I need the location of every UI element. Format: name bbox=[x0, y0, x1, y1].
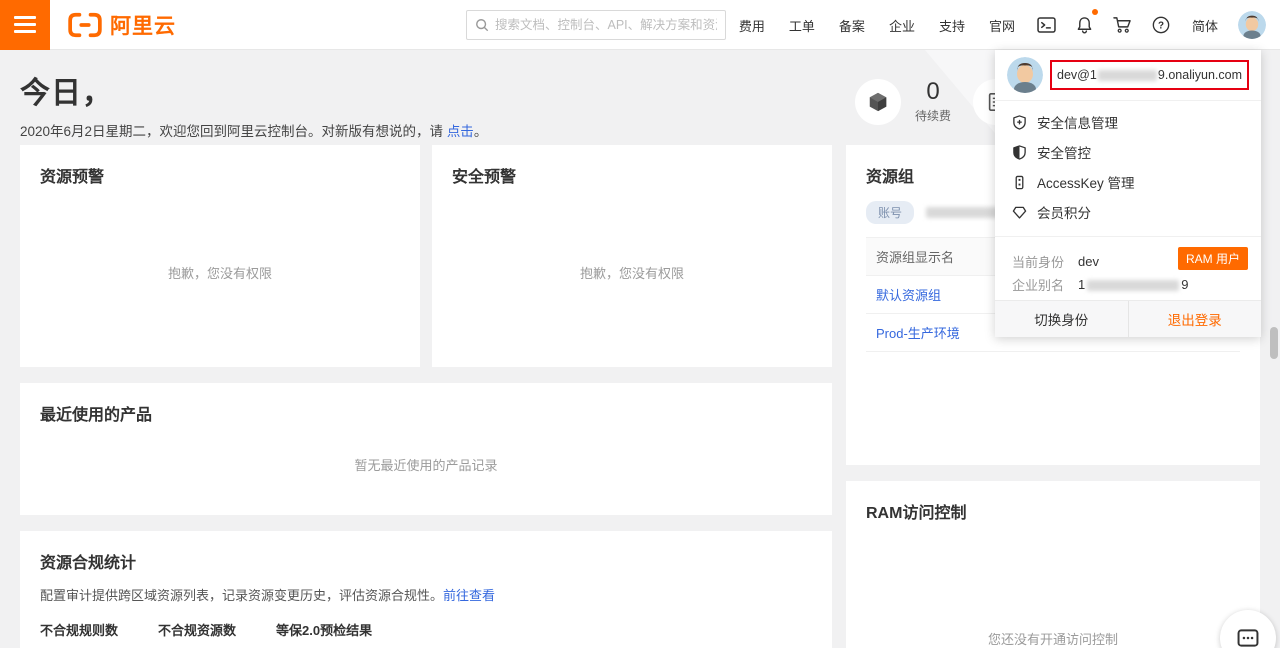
page-title: 今日， bbox=[20, 68, 487, 112]
card-title: 资源合规统计 bbox=[20, 531, 832, 573]
notification-dot bbox=[1092, 9, 1098, 15]
go-view-link[interactable]: 前往查看 bbox=[443, 588, 495, 603]
switch-identity-button[interactable]: 切换身份 bbox=[995, 301, 1129, 337]
menu-item-label: AccessKey 管理 bbox=[1037, 172, 1135, 192]
gem-tag-icon bbox=[1012, 205, 1027, 220]
aliyun-logo-icon bbox=[66, 12, 104, 38]
user-avatar[interactable] bbox=[1238, 11, 1266, 39]
avatar-icon bbox=[1238, 11, 1266, 39]
identity-section: 当前身份 dev 企业别名 19 RAM 用户 bbox=[995, 237, 1261, 296]
aliyun-console-page: 阿里云 费用 工单 备案 企业 支持 官网 bbox=[0, 0, 1280, 648]
greeting-period: 。 bbox=[474, 124, 488, 139]
ram-user-badge: RAM 用户 bbox=[1178, 247, 1248, 270]
greeting-text: 2020年6月2日星期二，欢迎您回到阿里云控制台。对新版有想说的，请 bbox=[20, 124, 447, 139]
cart-icon bbox=[1113, 16, 1132, 34]
cube-icon bbox=[867, 91, 889, 113]
chat-dots-icon bbox=[1237, 629, 1259, 647]
aliyun-logo[interactable]: 阿里云 bbox=[66, 10, 176, 40]
renew-label: 待续费 bbox=[915, 107, 951, 124]
bell-icon bbox=[1076, 16, 1093, 34]
search-icon bbox=[475, 18, 489, 32]
help-button[interactable]: ? bbox=[1142, 16, 1180, 34]
card-title: 资源预警 bbox=[20, 145, 420, 187]
user-dropdown-menu: dev@1 9.onaliyun.com 安全信息管理 安全管控 bbox=[995, 50, 1261, 337]
cart-button[interactable] bbox=[1103, 16, 1142, 34]
language-switcher[interactable]: 简体 bbox=[1180, 16, 1230, 35]
menu-item-security-control[interactable]: 安全管控 bbox=[995, 137, 1261, 167]
identity-value: dev bbox=[1078, 254, 1099, 269]
email-prefix: dev@1 bbox=[1057, 68, 1097, 82]
stat-label: 不合规规则数 bbox=[40, 620, 158, 639]
alias-value: 19 bbox=[1078, 277, 1188, 292]
alias-suffix: 9 bbox=[1181, 277, 1188, 292]
resource-group-link[interactable]: Prod-生产环境 bbox=[876, 326, 960, 341]
redacted-alias-segment bbox=[1087, 280, 1179, 291]
dropdown-avatar bbox=[1007, 57, 1043, 93]
redacted-email-segment bbox=[1098, 70, 1157, 81]
search-input[interactable] bbox=[495, 18, 717, 32]
notifications-button[interactable] bbox=[1066, 16, 1103, 34]
resource-group-link[interactable]: 默认资源组 bbox=[876, 288, 941, 303]
security-alert-card: 安全预警 抱歉，您没有权限 bbox=[432, 145, 832, 367]
empty-state-text: 抱歉，您没有权限 bbox=[432, 263, 832, 282]
greeting-block: 今日， 2020年6月2日星期二，欢迎您回到阿里云控制台。对新版有想说的，请 点… bbox=[20, 68, 487, 140]
card-title: RAM访问控制 bbox=[846, 481, 1260, 523]
global-search[interactable] bbox=[466, 10, 726, 40]
compliance-card: 资源合规统计 配置审计提供跨区域资源列表，记录资源变更历史，评估资源合规性。前往… bbox=[20, 531, 832, 648]
email-suffix: 9.onaliyun.com bbox=[1158, 68, 1242, 82]
user-email-annotated: dev@1 9.onaliyun.com bbox=[1050, 60, 1249, 90]
identity-label: 当前身份 bbox=[1012, 252, 1078, 271]
nav-enterprise[interactable]: 企业 bbox=[877, 16, 927, 35]
account-badge: 账号 bbox=[866, 201, 914, 224]
menu-item-member-points[interactable]: 会员积分 bbox=[995, 197, 1261, 227]
dropdown-menu-list: 安全信息管理 安全管控 AccessKey 管理 bbox=[995, 101, 1261, 227]
shield-half-icon bbox=[1012, 145, 1027, 160]
stat-label: 等保2.0预检结果 bbox=[276, 620, 372, 639]
empty-state-text: 您还没有开通访问控制 bbox=[846, 629, 1260, 648]
feedback-link[interactable]: 点击 bbox=[447, 124, 474, 139]
aliyun-logo-text: 阿里云 bbox=[110, 10, 176, 40]
hamburger-menu-button[interactable] bbox=[0, 0, 50, 50]
top-header: 阿里云 费用 工单 备案 企业 支持 官网 bbox=[0, 0, 1280, 50]
logout-button[interactable]: 退出登录 bbox=[1129, 301, 1262, 337]
renew-count: 0 bbox=[915, 79, 951, 105]
renewal-quickstat[interactable]: 0 待续费 bbox=[855, 79, 951, 125]
avatar-icon bbox=[1007, 57, 1043, 93]
nav-icp[interactable]: 备案 bbox=[827, 16, 877, 35]
nav-tickets[interactable]: 工单 bbox=[777, 16, 827, 35]
card-title: 最近使用的产品 bbox=[20, 383, 832, 425]
nav-support[interactable]: 支持 bbox=[927, 16, 977, 35]
dropdown-header: dev@1 9.onaliyun.com bbox=[995, 50, 1261, 101]
compliance-stats: 不合规规则数 – 不合规资源数 – 等保2.0预检结果 开启等保检测 bbox=[40, 620, 812, 648]
cloudshell-button[interactable] bbox=[1027, 17, 1066, 33]
ram-access-card: RAM访问控制 您还没有开通访问控制 bbox=[846, 481, 1260, 648]
alias-prefix: 1 bbox=[1078, 277, 1085, 292]
recent-products-card: 最近使用的产品 暂无最近使用的产品记录 bbox=[20, 383, 832, 515]
top-nav: 费用 工单 备案 企业 支持 官网 bbox=[727, 0, 1272, 50]
nav-website[interactable]: 官网 bbox=[977, 16, 1027, 35]
shield-plus-icon bbox=[1012, 115, 1027, 130]
alias-label: 企业别名 bbox=[1012, 275, 1078, 294]
resource-alert-card: 资源预警 抱歉，您没有权限 bbox=[20, 145, 420, 367]
compliance-description: 配置审计提供跨区域资源列表，记录资源变更历史，评估资源合规性。前往查看 bbox=[40, 585, 812, 604]
greeting-subtitle: 2020年6月2日星期二，欢迎您回到阿里云控制台。对新版有想说的，请 点击。 bbox=[20, 120, 487, 140]
menu-item-accesskey[interactable]: AccessKey 管理 bbox=[995, 167, 1261, 197]
accesskey-icon bbox=[1012, 175, 1027, 190]
help-icon: ? bbox=[1152, 16, 1170, 34]
compliance-desc-text: 配置审计提供跨区域资源列表，记录资源变更历史，评估资源合规性。 bbox=[40, 588, 443, 603]
terminal-icon bbox=[1037, 17, 1056, 33]
menu-item-label: 会员积分 bbox=[1037, 202, 1091, 222]
menu-item-label: 安全信息管理 bbox=[1037, 112, 1118, 132]
empty-state-text: 暂无最近使用的产品记录 bbox=[20, 455, 832, 474]
cube-stat-circle bbox=[855, 79, 901, 125]
svg-text:?: ? bbox=[1158, 21, 1164, 32]
nav-billing[interactable]: 费用 bbox=[727, 16, 777, 35]
dropdown-footer: 切换身份 退出登录 bbox=[995, 300, 1261, 337]
stat-label: 不合规资源数 bbox=[158, 620, 276, 639]
vertical-scrollbar[interactable] bbox=[1270, 327, 1278, 359]
menu-item-label: 安全管控 bbox=[1037, 142, 1091, 162]
card-title: 安全预警 bbox=[432, 145, 832, 187]
menu-item-security-info[interactable]: 安全信息管理 bbox=[995, 107, 1261, 137]
empty-state-text: 抱歉，您没有权限 bbox=[20, 263, 420, 282]
